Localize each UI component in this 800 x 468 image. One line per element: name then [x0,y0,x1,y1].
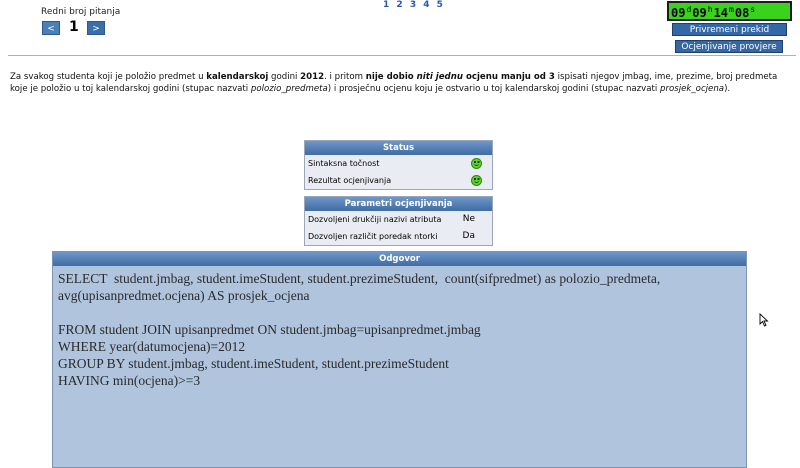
task-text: godini [268,72,301,82]
status-row-label: Rezultat ocjenjivanja [308,176,392,185]
status-row: Sintaksna točnost [305,155,492,172]
countdown-timer: 09d09h14m08s [667,1,792,21]
page-link-4[interactable]: 4 [423,0,430,10]
question-number-label: Redni broj pitanja [41,7,121,17]
smiley-icon [471,175,482,186]
params-row: Dozvoljen različit poredak ntorki Da [305,228,492,245]
params-row: Dozvoljeni drukčiji nazivi atributa Ne [305,211,492,228]
params-title: Parametri ocjenjivanja [305,197,492,211]
timer-minutes: 14 [713,6,729,20]
params-row-value: Da [462,231,475,241]
task-text: Za svakog studenta koji je položio predm… [10,72,207,82]
answer-title: Odgovor [53,252,746,266]
smiley-icon [471,158,482,169]
task-text: ). [724,84,731,94]
timer-hours-unit: h [707,5,713,14]
pause-writing-button[interactable]: Privremeni prekid pisanja [672,23,787,47]
task-emphasis: kalendarskoj [206,72,269,82]
status-row: Rezultat ocjenjivanja [305,172,492,189]
task-text: ) i prosječnu ocjenu koju je ostvario u … [327,84,661,94]
timer-days-unit: d [686,5,692,14]
grade-test-button[interactable]: Ocjenjivanje provjere [675,40,783,53]
timer-minutes-unit: m [729,5,734,14]
task-column-name: polozio_predmeta [250,84,328,94]
timer-seconds: 08 [734,6,750,20]
page-link-5[interactable]: 5 [437,0,444,10]
timer-hours: 09 [692,6,707,20]
mouse-cursor-icon [759,313,769,327]
answer-sql-text[interactable]: SELECT student.jmbag, student.imeStudent… [53,266,746,393]
status-row-label: Sintaksna točnost [308,159,380,168]
answer-panel: Odgovor SELECT student.jmbag, student.im… [52,251,747,468]
params-row-label: Dozvoljen različit poredak ntorki [308,232,438,241]
header-divider [8,55,796,56]
task-emphasis: niti jednu [416,72,463,82]
page-link-3[interactable]: 3 [410,0,417,10]
next-question-button[interactable]: > [87,21,105,35]
previous-question-button[interactable]: < [42,21,60,35]
status-title: Status [305,141,492,155]
timer-seconds-unit: s [750,5,756,14]
task-emphasis: ocjenu manju od 3 [462,72,555,82]
page-link-1[interactable]: 1 [383,0,390,10]
status-panel: Status Sintaksna točnost Rezultat ocjenj… [304,140,493,190]
task-emphasis: 2012 [300,72,325,82]
params-row-label: Dozvoljeni drukčiji nazivi atributa [308,215,442,224]
task-text: . i pritom [324,72,366,82]
timer-days: 09 [671,6,686,20]
params-row-value: Ne [462,214,475,224]
task-column-name: prosjek_ocjena [660,84,725,94]
task-description: Za svakog studenta koji je položio predm… [10,71,796,95]
task-emphasis: nije dobio [365,72,417,82]
page-link-2[interactable]: 2 [396,0,403,10]
grading-params-panel: Parametri ocjenjivanja Dozvoljeni drukči… [304,196,493,246]
current-question-number: 1 [69,19,79,35]
question-page-links: 1 2 3 4 5 [383,0,446,10]
